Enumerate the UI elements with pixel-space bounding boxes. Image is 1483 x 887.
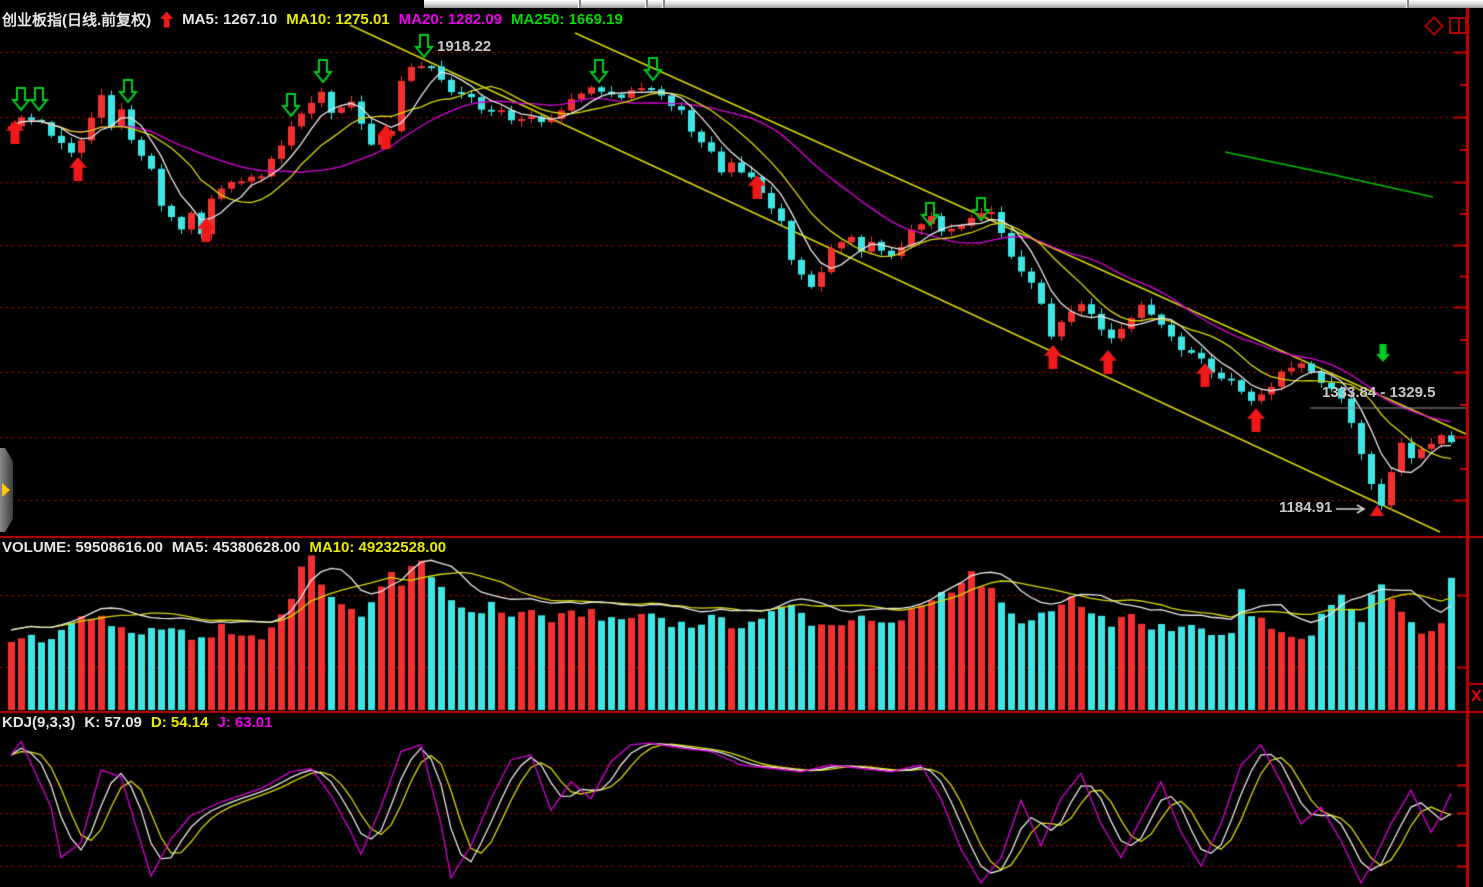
kdj-header: KDJ(9,3,3) K: 57.09 D: 54.14 J: 63.01: [2, 714, 273, 731]
volume-header: VOLUME: 59508616.00 MA5: 45380628.00 MA1…: [2, 539, 446, 556]
ma5-value: MA5: 1267.10: [182, 11, 277, 28]
volume-ma10-value: MA10: 49232528.00: [309, 539, 446, 556]
close-volume-pane-button[interactable]: X: [1471, 687, 1482, 707]
kdj-d-value: D: 54.14: [151, 714, 209, 731]
toolbar-strip: [424, 0, 1483, 8]
ma10-value: MA10: 1275.01: [286, 11, 389, 28]
chart-canvas[interactable]: [0, 0, 1483, 887]
toolbar-separator: [645, 0, 648, 8]
expand-arrow-icon: [2, 483, 10, 497]
window-restore-icon-bar: [1458, 19, 1460, 32]
sidebar-expand-tab[interactable]: [0, 448, 13, 532]
range-price-annotation: 1333.84 - 1329.5: [1322, 384, 1466, 401]
kdj-j-value: J: 63.01: [217, 714, 272, 731]
volume-ma5-value: MA5: 45380628.00: [172, 539, 300, 556]
volume-value: VOLUME: 59508616.00: [2, 539, 163, 556]
kdj-name: KDJ(9,3,3): [2, 714, 75, 731]
up-arrow-icon: [160, 12, 173, 28]
toolbar-separator: [1406, 0, 1409, 8]
peak-price-annotation: 1918.22: [437, 38, 491, 55]
instrument-title: 创业板指(日线.前复权): [2, 9, 151, 30]
main-chart-header: 创业板指(日线.前复权) MA5: 1267.10 MA10: 1275.01 …: [2, 9, 623, 30]
window-restore-icon[interactable]: [1449, 17, 1467, 34]
ma20-value: MA20: 1282.09: [399, 11, 502, 28]
ma250-value: MA250: 1669.19: [511, 11, 623, 28]
toolbar-separator: [578, 0, 581, 8]
kdj-k-value: K: 57.09: [84, 714, 142, 731]
trading-app-window: { "header": { "title": "创业板指(日线.前复权)", "…: [0, 0, 1483, 887]
toolbar-separator: [662, 0, 665, 8]
low-price-annotation: 1184.91: [1279, 499, 1332, 516]
